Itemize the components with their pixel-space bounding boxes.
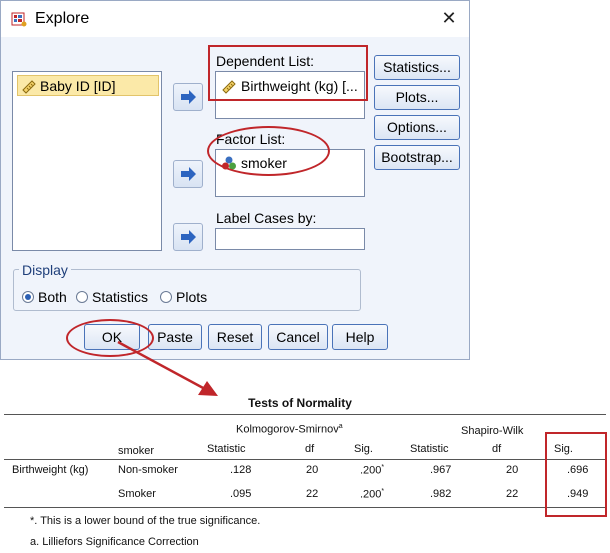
- sig-mark: *: [381, 464, 385, 471]
- right-arrow-icon: [181, 90, 196, 104]
- radio-plots[interactable]: [160, 291, 172, 303]
- row-ks-sig: .200*: [360, 488, 384, 501]
- move-to-factor-button[interactable]: [173, 160, 203, 188]
- options-button[interactable]: Options...: [374, 115, 460, 140]
- ks-group-label: Kolmogorov-Smirnov: [236, 423, 339, 436]
- footnote: a. Lilliefors Significance Correction: [30, 536, 199, 548]
- sig-mark: *: [381, 488, 385, 495]
- row-ks-sig-value: .200: [360, 464, 382, 477]
- footnote: *. This is a lower bound of the true sig…: [30, 515, 261, 527]
- radio-plots-label[interactable]: Plots: [176, 289, 207, 305]
- variable-name: Birthweight (kg): [12, 464, 89, 476]
- ks-group-header: Kolmogorov-Smirnova: [236, 423, 343, 436]
- radio-both[interactable]: [22, 291, 34, 303]
- row-group: Smoker: [118, 488, 156, 500]
- row-sw-statistic: .982: [430, 488, 452, 500]
- display-legend: Display: [19, 262, 71, 278]
- row-ks-sig-value: .200: [360, 488, 382, 501]
- spss-app-icon: [11, 12, 27, 27]
- right-arrow-icon: [181, 167, 196, 181]
- table-title: Tests of Normality: [248, 396, 352, 410]
- source-variable-list[interactable]: Baby ID [ID]: [12, 71, 162, 251]
- row-sw-statistic: .967: [430, 464, 452, 476]
- row-ks-statistic: .128: [230, 464, 252, 476]
- col-ks-statistic: Statistic: [207, 443, 246, 455]
- help-button[interactable]: Help: [332, 324, 388, 350]
- row-sw-df: 22: [506, 488, 519, 500]
- row-header-smoker: smoker: [118, 445, 155, 457]
- move-to-label-cases-button[interactable]: [173, 223, 203, 251]
- label-cases-label: Label Cases by:: [216, 210, 317, 226]
- col-sw-statistic: Statistic: [410, 443, 449, 455]
- col-ks-sig: Sig.: [354, 443, 373, 455]
- dialog-title: Explore: [35, 10, 90, 27]
- radio-statistics[interactable]: [76, 291, 88, 303]
- statistics-button[interactable]: Statistics...: [374, 55, 460, 80]
- row-ks-df: 22: [306, 488, 319, 500]
- cancel-button[interactable]: Cancel: [268, 324, 328, 350]
- reset-button[interactable]: Reset: [208, 324, 262, 350]
- sw-sig-highlight: [545, 432, 607, 517]
- plots-button[interactable]: Plots...: [374, 85, 460, 110]
- radio-selected-dot: [25, 294, 31, 300]
- move-to-dependent-button[interactable]: [173, 83, 203, 111]
- bootstrap-button[interactable]: Bootstrap...: [374, 145, 460, 170]
- variable-label: Baby ID [ID]: [40, 78, 116, 94]
- col-sw-df: df: [492, 443, 502, 455]
- close-icon[interactable]: ✕: [439, 8, 459, 28]
- label-cases-field[interactable]: [215, 228, 365, 250]
- radio-both-label[interactable]: Both: [38, 289, 67, 305]
- ruler-icon: [22, 80, 36, 94]
- table-bottom-rule: [4, 507, 606, 508]
- ok-button-highlight: [66, 319, 154, 357]
- title-bar: Explore ✕: [1, 1, 469, 37]
- row-sw-df: 20: [506, 464, 519, 476]
- table-header-rule: [4, 459, 606, 460]
- dependent-list-highlight: [208, 45, 368, 101]
- row-ks-df: 20: [306, 464, 319, 476]
- col-ks-df: df: [305, 443, 315, 455]
- radio-statistics-label[interactable]: Statistics: [92, 289, 148, 305]
- table-top-rule: [4, 414, 606, 415]
- factor-list-highlight: [207, 126, 330, 176]
- sw-group-header: Shapiro-Wilk: [461, 425, 524, 437]
- paste-button[interactable]: Paste: [148, 324, 202, 350]
- row-group: Non-smoker: [118, 464, 178, 476]
- row-ks-statistic: .095: [230, 488, 252, 500]
- list-item[interactable]: Baby ID [ID]: [17, 75, 159, 96]
- row-ks-sig: .200*: [360, 464, 384, 477]
- ks-footnote-mark: a: [338, 423, 343, 430]
- right-arrow-icon: [181, 230, 196, 244]
